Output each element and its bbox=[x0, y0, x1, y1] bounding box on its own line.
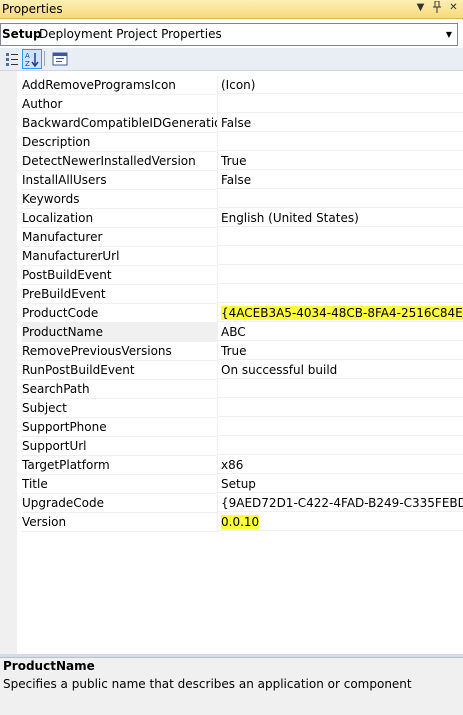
property-name[interactable]: Description bbox=[22, 133, 217, 152]
property-value[interactable] bbox=[218, 285, 463, 303]
property-row[interactable]: DetectNewerInstalledVersion True bbox=[0, 152, 463, 171]
property-value[interactable]: English (United States) bbox=[218, 209, 463, 227]
window-dropdown-icon[interactable]: ▼ bbox=[414, 1, 427, 15]
property-name[interactable]: PostBuildEvent bbox=[22, 266, 217, 285]
svg-text:A: A bbox=[25, 52, 30, 60]
property-row[interactable]: Version 0.0.10 bbox=[0, 513, 463, 532]
property-row[interactable]: RunPostBuildEvent On successful build bbox=[0, 361, 463, 380]
property-value[interactable]: False bbox=[218, 114, 463, 132]
property-name[interactable]: Localization bbox=[22, 209, 217, 228]
close-icon[interactable]: ✕ bbox=[447, 1, 460, 15]
property-row[interactable]: Author bbox=[0, 95, 463, 114]
property-name[interactable]: Title bbox=[22, 475, 217, 494]
property-name[interactable]: Manufacturer bbox=[22, 228, 217, 247]
property-name[interactable]: SupportUrl bbox=[22, 437, 217, 456]
window-title: Properties bbox=[2, 2, 63, 16]
properties-toolbar: A Z bbox=[0, 48, 463, 71]
property-name[interactable]: TargetPlatform bbox=[22, 456, 217, 475]
property-value[interactable]: 0.0.10 bbox=[218, 513, 463, 531]
property-name[interactable]: PreBuildEvent bbox=[22, 285, 217, 304]
property-name[interactable]: ManufacturerUrl bbox=[22, 247, 217, 266]
property-name[interactable]: AddRemoveProgramsIcon bbox=[22, 76, 217, 95]
property-pages-button[interactable] bbox=[50, 49, 70, 69]
property-value[interactable] bbox=[218, 133, 463, 151]
property-name[interactable]: SearchPath bbox=[22, 380, 217, 399]
property-value[interactable]: False bbox=[218, 171, 463, 189]
property-row[interactable]: ManufacturerUrl bbox=[0, 247, 463, 266]
property-row[interactable]: PreBuildEvent bbox=[0, 285, 463, 304]
description-title: ProductName bbox=[3, 659, 95, 673]
object-name: Setup bbox=[2, 27, 42, 41]
property-row[interactable]: Title Setup bbox=[0, 475, 463, 494]
property-value[interactable]: (Icon) bbox=[218, 76, 463, 94]
property-value[interactable]: True bbox=[218, 152, 463, 170]
property-name[interactable]: InstallAllUsers bbox=[22, 171, 217, 190]
property-row[interactable]: InstallAllUsers False bbox=[0, 171, 463, 190]
property-value[interactable] bbox=[218, 437, 463, 455]
description-text: Specifies a public name that describes a… bbox=[3, 677, 412, 691]
alphabetical-button[interactable]: A Z bbox=[22, 49, 42, 69]
alphabetical-sort-icon: A Z bbox=[25, 52, 39, 68]
property-value[interactable]: On successful build bbox=[218, 361, 463, 379]
property-name[interactable]: UpgradeCode bbox=[22, 494, 217, 513]
property-value[interactable] bbox=[218, 380, 463, 398]
highlighted-value: {4ACEB3A5-4034-48CB-8FA4-2516C84E01A1} bbox=[221, 306, 463, 320]
property-row[interactable]: AddRemoveProgramsIcon (Icon) bbox=[0, 76, 463, 95]
object-selector[interactable]: Setup Deployment Project Properties ▼ bbox=[0, 23, 458, 46]
property-value[interactable] bbox=[218, 190, 463, 208]
chevron-down-icon[interactable]: ▼ bbox=[441, 24, 457, 45]
property-value[interactable]: x86 bbox=[218, 456, 463, 474]
property-row[interactable]: Keywords bbox=[0, 190, 463, 209]
property-row[interactable]: UpgradeCode {9AED72D1-C422-4FAD-B249-C335… bbox=[0, 494, 463, 513]
property-row[interactable]: Manufacturer bbox=[0, 228, 463, 247]
property-value[interactable] bbox=[218, 228, 463, 246]
description-panel: ProductName Specifies a public name that… bbox=[0, 657, 463, 715]
object-type: Deployment Project Properties bbox=[39, 27, 222, 41]
property-row[interactable]: BackwardCompatibleIDGeneration False bbox=[0, 114, 463, 133]
property-row[interactable]: SearchPath bbox=[0, 380, 463, 399]
property-name[interactable]: DetectNewerInstalledVersion bbox=[22, 152, 217, 171]
svg-text:Z: Z bbox=[25, 60, 30, 68]
property-row[interactable]: ProductCode {4ACEB3A5-4034-48CB-8FA4-2516… bbox=[0, 304, 463, 323]
property-row[interactable]: SupportUrl bbox=[0, 437, 463, 456]
property-name[interactable]: Version bbox=[22, 513, 217, 532]
property-name[interactable]: RemovePreviousVersions bbox=[22, 342, 217, 361]
property-value[interactable] bbox=[218, 418, 463, 436]
highlighted-value: 0.0.10 bbox=[221, 515, 260, 529]
property-row[interactable]: Localization English (United States) bbox=[0, 209, 463, 228]
property-value[interactable] bbox=[218, 247, 463, 265]
property-name[interactable]: Keywords bbox=[22, 190, 217, 209]
property-value[interactable]: Setup bbox=[218, 475, 463, 493]
property-row[interactable]: TargetPlatform x86 bbox=[0, 456, 463, 475]
property-value[interactable] bbox=[218, 399, 463, 417]
property-name[interactable]: ProductCode bbox=[22, 304, 217, 323]
toolbar-separator bbox=[44, 51, 45, 66]
property-row[interactable]: SupportPhone bbox=[0, 418, 463, 437]
property-row[interactable]: ProductName ABC bbox=[0, 323, 463, 342]
property-grid: AddRemoveProgramsIcon (Icon) Author Backwar… bbox=[0, 71, 463, 654]
categorized-icon bbox=[6, 53, 18, 66]
property-value[interactable] bbox=[218, 95, 463, 113]
pin-icon[interactable] bbox=[430, 0, 443, 15]
property-name[interactable]: ProductName bbox=[22, 323, 217, 342]
property-pages-icon bbox=[52, 52, 68, 66]
property-row[interactable]: Subject bbox=[0, 399, 463, 418]
property-value[interactable]: {4ACEB3A5-4034-48CB-8FA4-2516C84E01A1} bbox=[218, 304, 463, 322]
property-value[interactable] bbox=[218, 266, 463, 284]
property-name[interactable]: SupportPhone bbox=[22, 418, 217, 437]
property-value[interactable]: ABC bbox=[218, 323, 463, 341]
property-row[interactable]: Description bbox=[0, 133, 463, 152]
categorized-button[interactable] bbox=[2, 49, 22, 69]
property-row[interactable]: RemovePreviousVersions True bbox=[0, 342, 463, 361]
property-name[interactable]: RunPostBuildEvent bbox=[22, 361, 217, 380]
property-name[interactable]: Author bbox=[22, 95, 217, 114]
property-name[interactable]: BackwardCompatibleIDGeneration bbox=[22, 114, 217, 133]
property-row[interactable]: PostBuildEvent bbox=[0, 266, 463, 285]
property-value[interactable]: {9AED72D1-C422-4FAD-B249-C335FEBD759C bbox=[218, 494, 463, 512]
property-name[interactable]: Subject bbox=[22, 399, 217, 418]
properties-title-bar[interactable]: Properties ▼ ✕ bbox=[0, 0, 463, 19]
property-value[interactable]: True bbox=[218, 342, 463, 360]
